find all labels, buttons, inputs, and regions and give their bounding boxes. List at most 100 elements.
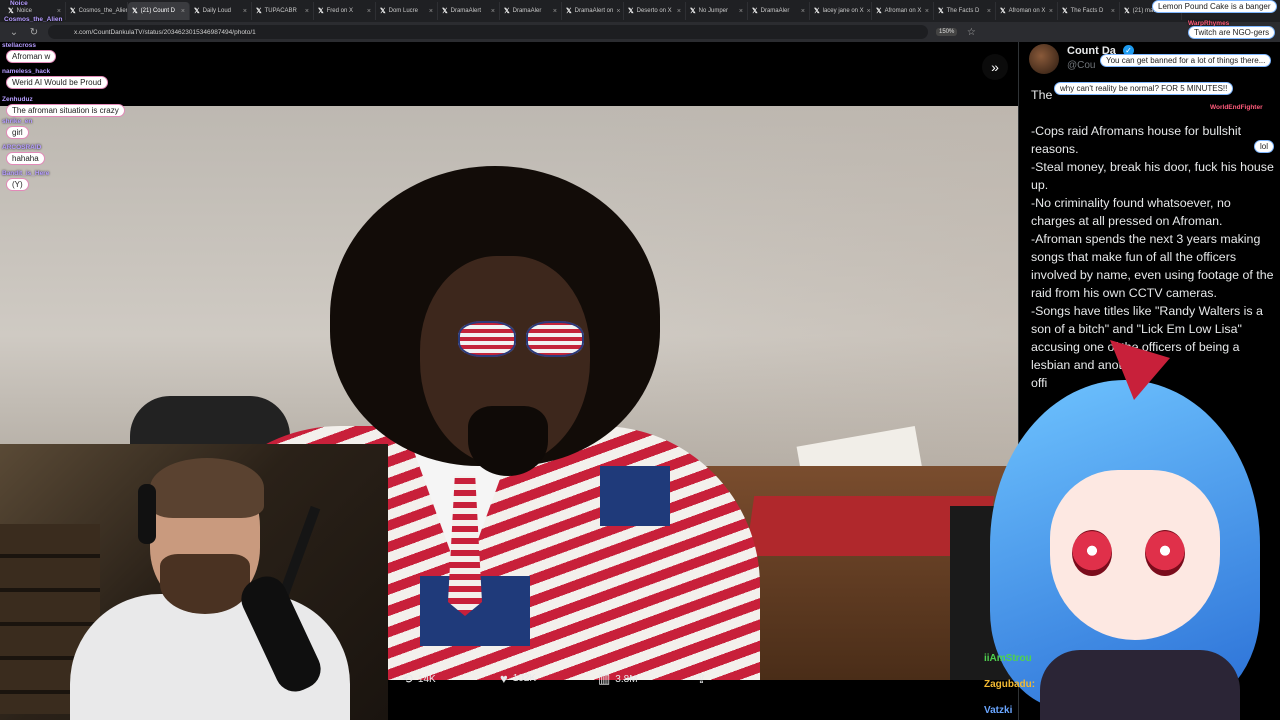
browser-tab[interactable]: 𝕏 The Facts D ×: [1058, 2, 1120, 20]
retweet-icon: ⟲: [402, 671, 413, 686]
browser-tab[interactable]: 𝕏 DramaAler ×: [748, 2, 810, 20]
tab-close-icon[interactable]: ×: [429, 8, 433, 15]
chat-username: Zagubadu:: [984, 679, 1036, 690]
tab-label: Cosmos_the_Alien likes: [78, 8, 128, 14]
tab-label: No Jumper: [698, 8, 728, 14]
x-logo-icon: 𝕏: [752, 8, 758, 15]
tab-label: Fred on X: [326, 8, 353, 14]
tab-label: Dom Lucre: [388, 8, 418, 14]
tab-label: The Facts D: [1070, 8, 1104, 14]
chat-username: Noice: [10, 0, 28, 7]
tab-label: Afroman on X: [884, 8, 922, 14]
tab-close-icon[interactable]: ×: [553, 8, 557, 15]
like-button[interactable]: ♥ 102K: [500, 671, 536, 686]
tab-label: DramaAler: [760, 8, 790, 14]
heart-icon: ♥: [500, 671, 508, 686]
browser-tab[interactable]: 𝕏Cosmos_the_Alien likes×: [66, 2, 128, 20]
bar-chart-icon: ▥: [598, 671, 611, 686]
x-logo-icon: 𝕏: [318, 8, 324, 15]
chat-bottom-list: iiAmStrou Zagubadu: Vatzki: [984, 646, 1084, 720]
browser-tab[interactable]: 𝕏 DramaAler ×: [500, 2, 562, 20]
tab-close-icon[interactable]: ×: [677, 8, 681, 15]
tab-close-icon[interactable]: ×: [57, 8, 61, 15]
chat-message: Lemon Pound Cake is a banger: [1152, 0, 1277, 13]
tab-close-icon[interactable]: ×: [243, 8, 247, 15]
retweet-count: 14K: [417, 673, 436, 685]
view-count: 3.8M: [615, 673, 638, 685]
browser-tab[interactable]: 𝕏 Dom Lucre ×: [376, 2, 438, 20]
tab-label: The Facts D: [946, 8, 980, 14]
tab-label: (21) Count D: [140, 8, 175, 14]
tab-close-icon[interactable]: ×: [1049, 8, 1053, 15]
x-logo-icon: 𝕏: [442, 8, 448, 15]
tab-close-icon[interactable]: ×: [925, 8, 929, 15]
browser-tab[interactable]: 𝕏 Afroman on X ×: [872, 2, 934, 20]
chat-message: You can get banned for a lot of things t…: [1100, 54, 1272, 67]
chat-username: WorldEndFighter: [1210, 104, 1263, 111]
browser-tab[interactable]: 𝕏 Deserto on X ×: [624, 2, 686, 20]
author-handle[interactable]: @Cou: [1067, 60, 1096, 71]
zoom-level[interactable]: 150%: [936, 28, 958, 36]
x-logo-icon: 𝕏: [1000, 8, 1006, 15]
address-bar: ⌄ ↻ x.com/CountDankulaTV/status/20346230…: [0, 22, 1280, 42]
bookmark-star-icon[interactable]: ☆: [965, 27, 977, 38]
tab-close-icon[interactable]: ×: [305, 8, 309, 15]
chat-message: Werid AI Would be Proud: [6, 76, 108, 89]
chat-username: nameless_hack: [2, 68, 51, 75]
x-logo-icon: 𝕏: [938, 8, 944, 15]
tab-bar: 𝕏Noice×𝕏Cosmos_the_Alien likes×𝕏(21) Cou…: [0, 0, 1280, 22]
double-chevron-right-icon[interactable]: »: [982, 54, 1008, 80]
chat-message: The afroman situation is crazy: [6, 104, 125, 117]
tab-label: Daily Loud: [202, 8, 231, 14]
x-logo-icon: 𝕏: [256, 8, 262, 15]
browser-tab[interactable]: 𝕏 TUPACABR ×: [252, 2, 314, 20]
x-logo-icon: 𝕏: [70, 8, 76, 15]
browser-tab[interactable]: 𝕏 Afroman on X ×: [996, 2, 1058, 20]
share-button[interactable]: ⇪: [696, 671, 707, 687]
x-logo-icon: 𝕏: [380, 8, 386, 15]
tab-close-icon[interactable]: ×: [867, 8, 871, 15]
tab-close-icon[interactable]: ×: [987, 8, 991, 15]
x-logo-icon: 𝕏: [132, 8, 138, 15]
tab-label: Deserto on X: [636, 8, 672, 14]
tab-close-icon[interactable]: ×: [181, 8, 185, 15]
tab-label: Afroman on X: [1008, 8, 1046, 14]
x-logo-icon: 𝕏: [876, 8, 882, 15]
tab-close-icon[interactable]: ×: [801, 8, 805, 15]
like-count: 102K: [512, 673, 537, 684]
chat-username: ARCOSRAID: [2, 144, 42, 151]
chat-message: girl: [6, 126, 29, 139]
url-field[interactable]: x.com/CountDankulaTV/status/203462301534…: [48, 25, 928, 39]
browser-tab[interactable]: 𝕏 Daily Loud ×: [190, 2, 252, 20]
views-button[interactable]: ▥ 3.8M: [598, 671, 638, 687]
browser-tab[interactable]: 𝕏lacey jane on X ×: [810, 2, 872, 20]
browser-tab[interactable]: 𝕏 DramaAlert on ×: [562, 2, 624, 20]
tab-close-icon[interactable]: ×: [367, 8, 371, 15]
browser-tab[interactable]: 𝕏 The Facts D ×: [934, 2, 996, 20]
chat-message: Afroman w: [6, 50, 57, 63]
tab-label: TUPACABR: [264, 8, 297, 14]
browser-tab[interactable]: 𝕏 Fred on X ×: [314, 2, 376, 20]
chat-username: Vatzki: [984, 705, 1013, 716]
tab-label: DramaAlert on: [574, 8, 614, 14]
tweet-action-bar: ⟲ 14K ♥ 102K ▥ 3.8M ⇪: [388, 664, 1018, 694]
tab-close-icon[interactable]: ×: [1111, 8, 1115, 15]
x-logo-icon: 𝕏: [814, 8, 820, 15]
streamer-webcam: [0, 444, 388, 720]
tab-close-icon[interactable]: ×: [491, 8, 495, 15]
retweet-button[interactable]: ⟲ 14K: [402, 671, 436, 687]
tab-search-icon[interactable]: ⌄: [8, 27, 20, 38]
tab-label: lacey jane on X: [822, 8, 864, 14]
chat-message: (Y): [6, 178, 29, 191]
author-avatar[interactable]: [1029, 44, 1059, 74]
browser-tab[interactable]: 𝕏 (21) Count D ×: [128, 2, 190, 20]
browser-tab[interactable]: 𝕏 DramaAlert ×: [438, 2, 500, 20]
chat-username: Zenhuduz: [2, 96, 33, 103]
x-logo-icon: 𝕏: [628, 8, 634, 15]
reload-icon[interactable]: ↻: [28, 27, 40, 38]
tab-close-icon[interactable]: ×: [739, 8, 743, 15]
browser-tab[interactable]: 𝕏 No Jumper ×: [686, 2, 748, 20]
x-logo-icon: 𝕏: [690, 8, 696, 15]
tab-close-icon[interactable]: ×: [616, 8, 620, 15]
tab-label: DramaAlert: [450, 8, 481, 14]
